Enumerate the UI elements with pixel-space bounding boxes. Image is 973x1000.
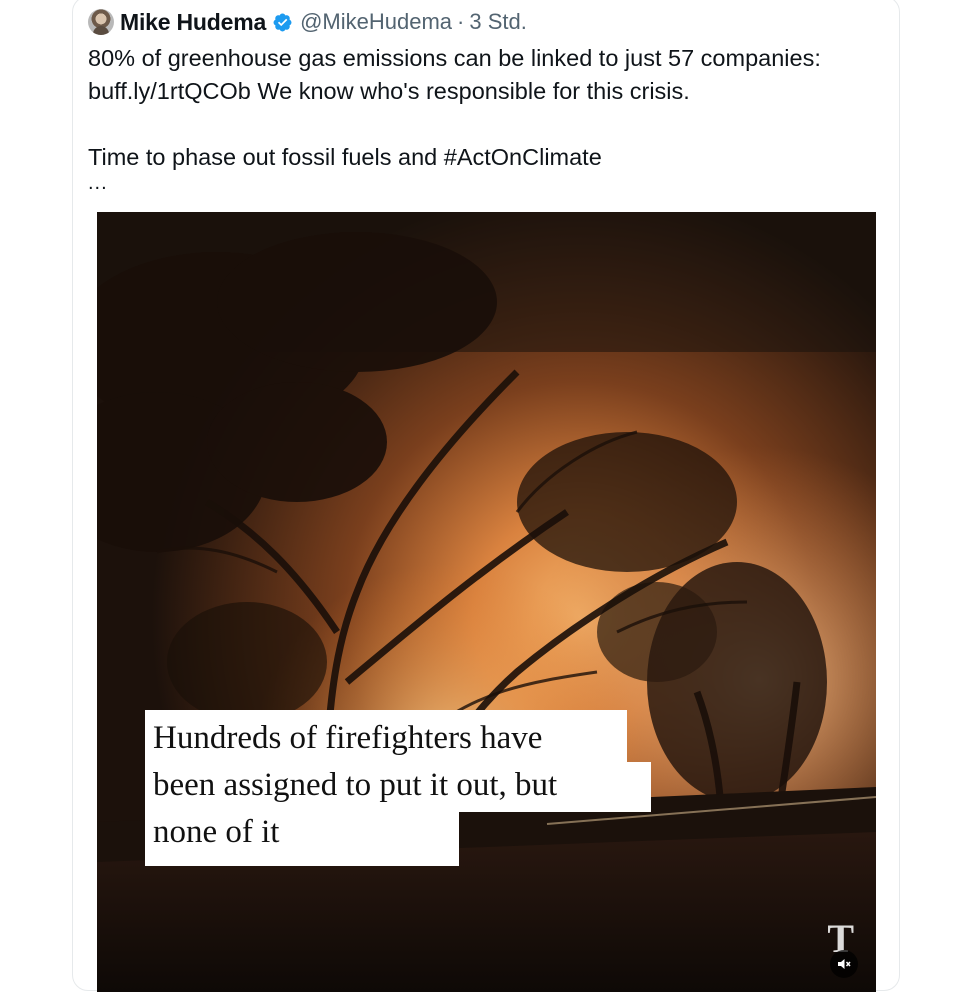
tweet-text-line: Time to phase out fossil fuels and #ActO… [88,141,888,174]
timestamp[interactable]: 3 Std. [469,9,526,35]
separator-dot: · [457,9,465,34]
volume-muted-icon [838,959,851,969]
video-player[interactable]: Hundreds of firefighters have been assig… [97,212,876,992]
tweet-text: 80% of greenhouse gas emissions can be l… [88,42,888,174]
verified-badge-icon [273,13,292,31]
handle[interactable]: @MikeHudema [300,9,452,35]
video-caption-line: Hundreds of firefighters have [145,710,627,762]
show-more-ellipsis[interactable]: ... [88,172,108,195]
video-frame [97,212,876,992]
hashtag-link[interactable]: #ActOnClimate [444,144,602,170]
tweet-link[interactable]: buff.ly/1rtQCOb [88,78,251,104]
video-caption-line: none of it [145,812,459,866]
tweet-text-fragment: We know who's responsible for this crisi… [250,78,690,104]
tweet-text-line: 80% of greenhouse gas emissions can be l… [88,45,821,71]
tweet-header: Mike Hudema @MikeHudema · 3 Std. [88,8,527,36]
video-caption-line: been assigned to put it out, but [145,762,651,812]
mute-button[interactable] [830,950,858,978]
tweet-text-line: buff.ly/1rtQCOb We know who's responsibl… [88,75,888,108]
avatar[interactable] [88,9,114,35]
tweet-text-fragment: Time to phase out fossil fuels and [88,144,444,170]
display-name[interactable]: Mike Hudema [120,9,266,36]
